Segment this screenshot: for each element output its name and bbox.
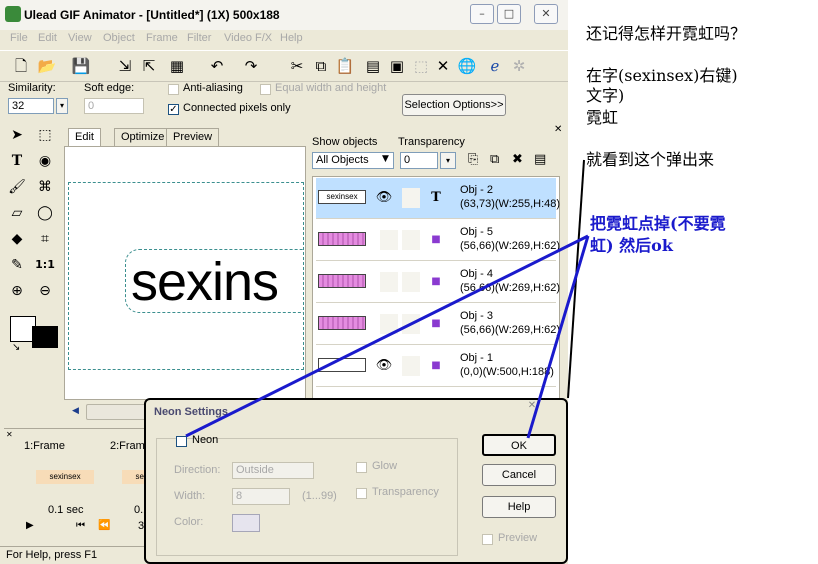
annotation-arrows	[185, 159, 590, 439]
blue-pointer-line-neon	[185, 234, 589, 438]
blue-pointer-line-ok	[526, 235, 590, 439]
